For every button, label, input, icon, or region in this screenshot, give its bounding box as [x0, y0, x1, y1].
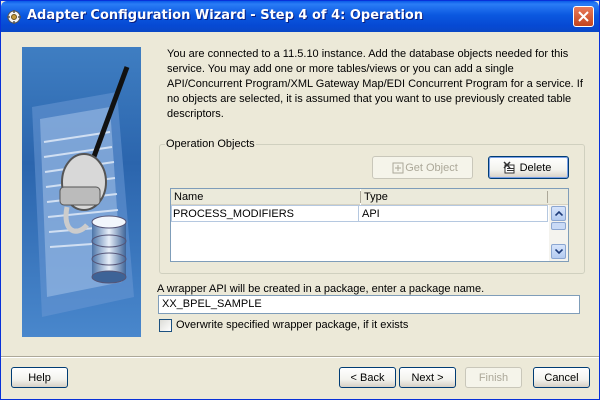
help-label: Help: [28, 372, 51, 384]
next-label: Next >: [411, 372, 444, 384]
help-button[interactable]: Help: [11, 367, 68, 388]
column-header-name[interactable]: Name: [171, 189, 360, 205]
scroll-thumb[interactable]: [551, 222, 566, 230]
package-name-input[interactable]: XX_BPEL_SAMPLE: [158, 295, 580, 314]
window-title: Adapter Configuration Wizard - Step 4 of…: [27, 8, 424, 23]
overwrite-package-checkbox[interactable]: [159, 319, 172, 332]
operation-objects-table: Name Type PROCESS_MODIFIERS API: [170, 188, 569, 262]
wizard-window: Adapter Configuration Wizard - Step 4 of…: [0, 0, 600, 400]
wizard-illustration: [22, 47, 141, 337]
table-cell-type: API: [362, 208, 380, 220]
delete-label: Delete: [519, 162, 552, 174]
operation-objects-label: Operation Objects: [165, 138, 256, 150]
get-object-label: Get Object: [405, 162, 458, 174]
intro-text: You are connected to a 11.5.10 instance.…: [167, 48, 583, 120]
get-object-button[interactable]: Get Object: [372, 156, 473, 179]
close-button[interactable]: [573, 6, 594, 27]
scroll-down-button[interactable]: [551, 244, 566, 259]
table-vertical-scrollbar[interactable]: [549, 205, 568, 261]
overwrite-package-label[interactable]: Overwrite specified wrapper package, if …: [176, 319, 408, 331]
package-name-label: A wrapper API will be created in a packa…: [157, 283, 485, 295]
cancel-button[interactable]: Cancel: [533, 367, 590, 388]
chevron-up-icon: [555, 211, 563, 216]
scroll-up-button[interactable]: [551, 206, 566, 221]
title-bar[interactable]: Adapter Configuration Wizard - Step 4 of…: [1, 1, 599, 32]
footer-divider: [1, 356, 599, 358]
finish-button[interactable]: Finish: [465, 367, 522, 388]
finish-label: Finish: [478, 372, 509, 384]
delete-button[interactable]: Delete: [488, 156, 569, 179]
table-cell-name: PROCESS_MODIFIERS: [171, 206, 359, 222]
back-button[interactable]: < Back: [339, 367, 396, 388]
column-header-type[interactable]: Type: [361, 189, 548, 205]
close-icon: [578, 11, 589, 22]
cancel-label: Cancel: [544, 372, 579, 384]
chevron-down-icon: [555, 249, 563, 254]
adapter-wizard-icon: [7, 10, 21, 24]
back-label: < Back: [350, 372, 385, 384]
column-header-filler: [548, 189, 568, 205]
next-button[interactable]: Next >: [399, 367, 456, 388]
